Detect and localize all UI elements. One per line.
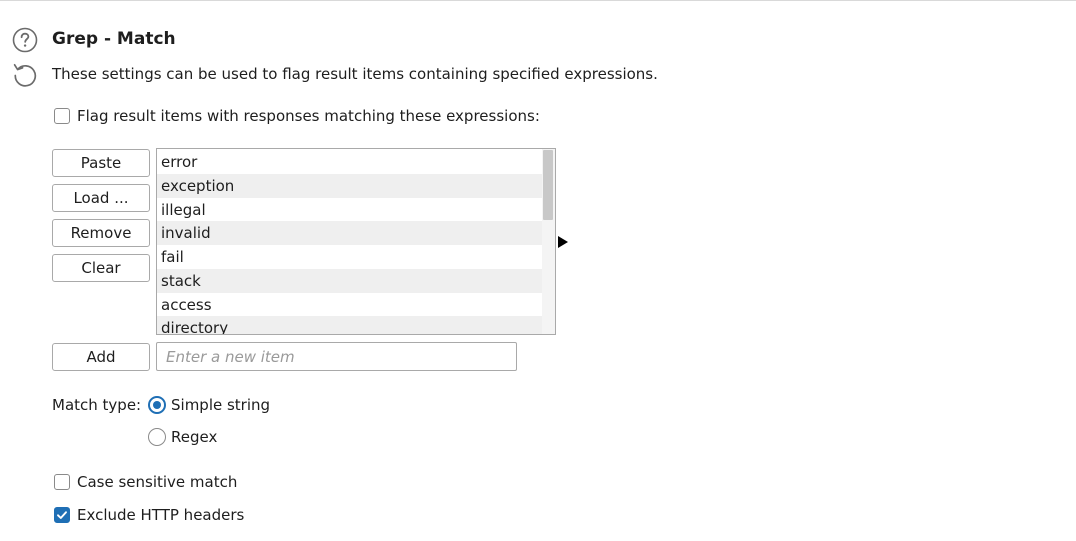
case-sensitive-checkbox[interactable]: Case sensitive match bbox=[54, 473, 237, 491]
flag-expressions-checkbox-box[interactable] bbox=[54, 108, 70, 124]
list-item[interactable]: invalid bbox=[157, 221, 542, 245]
new-item-input[interactable] bbox=[156, 342, 517, 371]
radio-simple-string-button[interactable] bbox=[148, 396, 166, 414]
exclude-headers-checkbox-box[interactable] bbox=[54, 507, 70, 523]
list-scrollbar[interactable] bbox=[542, 149, 555, 334]
list-item[interactable]: illegal bbox=[157, 198, 542, 222]
add-button[interactable]: Add bbox=[52, 343, 150, 371]
section-description: These settings can be used to flag resul… bbox=[52, 65, 658, 83]
radio-simple-string[interactable]: Simple string bbox=[148, 396, 270, 414]
clear-button[interactable]: Clear bbox=[52, 254, 150, 282]
expression-list[interactable]: error exception illegal invalid fail sta… bbox=[156, 148, 556, 335]
reset-icon[interactable] bbox=[12, 61, 38, 87]
paste-button[interactable]: Paste bbox=[52, 149, 150, 177]
exclude-headers-checkbox[interactable]: Exclude HTTP headers bbox=[54, 506, 244, 524]
case-sensitive-checkbox-box[interactable] bbox=[54, 474, 70, 490]
radio-simple-string-label: Simple string bbox=[171, 396, 271, 414]
remove-button[interactable]: Remove bbox=[52, 219, 150, 247]
flag-expressions-checkbox[interactable]: Flag result items with responses matchin… bbox=[54, 107, 540, 125]
section-title: Grep - Match bbox=[52, 29, 176, 49]
triangle-right-icon[interactable] bbox=[558, 236, 568, 248]
list-item[interactable]: fail bbox=[157, 245, 542, 269]
case-sensitive-label: Case sensitive match bbox=[77, 473, 238, 491]
top-divider bbox=[0, 0, 1076, 1]
radio-regex[interactable]: Regex bbox=[148, 428, 217, 446]
list-item[interactable]: stack bbox=[157, 269, 542, 293]
list-scrollbar-thumb[interactable] bbox=[543, 150, 553, 220]
check-icon bbox=[57, 511, 67, 519]
help-circle-icon[interactable] bbox=[12, 27, 38, 53]
exclude-headers-label: Exclude HTTP headers bbox=[77, 506, 245, 524]
flag-expressions-label: Flag result items with responses matchin… bbox=[77, 107, 540, 125]
radio-regex-label: Regex bbox=[171, 428, 218, 446]
load-button[interactable]: Load ... bbox=[52, 184, 150, 212]
list-item[interactable]: access bbox=[157, 293, 542, 317]
list-item[interactable]: exception bbox=[157, 174, 542, 198]
radio-regex-button[interactable] bbox=[148, 428, 166, 446]
list-item[interactable]: directory bbox=[157, 316, 542, 334]
match-type-label: Match type: bbox=[52, 396, 142, 414]
list-item[interactable]: error bbox=[157, 150, 542, 174]
